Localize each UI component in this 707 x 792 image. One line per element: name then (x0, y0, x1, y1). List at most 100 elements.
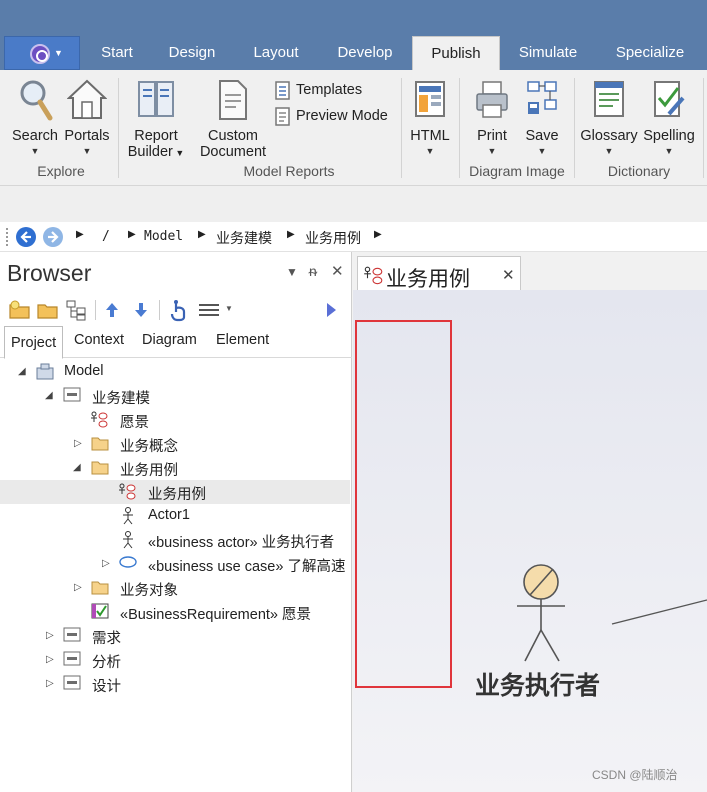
chevron-down-icon: ▼ (425, 146, 435, 156)
tree-node-requirement[interactable]: «BusinessRequirement» 愿景 (0, 600, 350, 624)
search-button[interactable]: Search ▼ (10, 78, 60, 156)
tree-node-actor[interactable]: Actor1 (0, 504, 350, 528)
tree-node-folder[interactable]: ◢ 业务用例 (0, 456, 350, 480)
print-button[interactable]: Print ▼ (468, 78, 516, 156)
folder-icon[interactable] (37, 300, 59, 320)
glossary-button[interactable]: Glossary ▼ (580, 78, 638, 156)
toolbar-divider (159, 300, 160, 320)
tab-publish[interactable]: Publish (412, 36, 500, 70)
spelling-button[interactable]: Spelling ▼ (638, 78, 700, 156)
tree-node-package[interactable]: ▷ 分析 (0, 648, 350, 672)
chevron-down-icon: ▼ (487, 146, 497, 156)
report-builder-button[interactable]: Report Builder ▼ (126, 78, 186, 161)
save-label: Save (525, 128, 559, 144)
business-actor-figure[interactable] (503, 560, 573, 670)
tree-label: 业务建模 (92, 391, 150, 407)
project-tree: ◢ Model ◢ 业务建模 愿景 ▷ 业务概念 ◢ 业务用例 业务用例 Act… (0, 359, 352, 792)
glossary-icon (594, 81, 624, 117)
tree-node-package[interactable]: ▷ 设计 (0, 672, 350, 696)
custom-document-button[interactable]: Custom Document (194, 78, 272, 160)
back-button[interactable] (16, 227, 36, 247)
move-up-icon[interactable] (104, 301, 120, 319)
panel-menu-dropdown-icon[interactable]: ▼ (286, 265, 298, 279)
association-line[interactable] (608, 590, 707, 630)
tree-node-model[interactable]: ◢ Model (0, 360, 350, 384)
collapse-arrow-icon[interactable]: ◢ (45, 390, 53, 401)
touch-icon[interactable] (168, 298, 188, 322)
toolbar-divider (95, 300, 96, 320)
tab-specialize[interactable]: Specialize (598, 36, 702, 70)
expand-arrow-icon[interactable]: ▷ (102, 558, 110, 569)
templates-button[interactable]: Templates (274, 79, 394, 101)
custom-document-label-line1: Custom (208, 128, 258, 144)
tab-diagram[interactable]: Diagram (142, 332, 197, 348)
templates-label: Templates (296, 82, 363, 98)
expand-arrow-icon[interactable]: ▷ (46, 654, 54, 665)
chevron-down-icon[interactable]: ▼ (225, 304, 233, 313)
save-image-button[interactable]: Save ▼ (518, 78, 566, 156)
tab-simulate[interactable]: Simulate (506, 36, 590, 70)
tab-context[interactable]: Context (74, 332, 124, 348)
diagram-panel: 业务用例 ✕ 业务执行者 CSDN @陆顺治 (353, 252, 707, 792)
package-icon (63, 387, 81, 402)
diagram-image-group-label: Diagram Image (469, 163, 565, 179)
tab-start[interactable]: Start (86, 36, 148, 70)
expand-arrow-icon[interactable]: ▷ (74, 438, 82, 449)
portals-button[interactable]: Portals ▼ (62, 78, 112, 156)
tree-label: 愿景 (120, 415, 149, 431)
dictionary-group-label: Dictionary (607, 163, 671, 179)
browser-panel: Browser ▼ ᵰ ✕ ▼ Project Context Diagram … (0, 252, 352, 792)
collapse-arrow-icon[interactable]: ◢ (73, 462, 81, 473)
preview-mode-button[interactable]: Preview Mode (274, 105, 398, 127)
breadcrumb-business-modeling[interactable]: 业务建模 (216, 228, 272, 248)
tree-node-package[interactable]: ◢ 业务建模 (0, 384, 350, 408)
tree-node-diagram[interactable]: 愿景 (0, 408, 350, 432)
arrow-left-icon (20, 231, 31, 243)
new-package-icon[interactable] (9, 300, 31, 320)
package-icon (63, 675, 81, 690)
application-menu-button[interactable]: ▼ (4, 36, 80, 70)
hierarchy-icon[interactable] (65, 299, 87, 321)
pin-icon[interactable]: ᵰ (309, 263, 317, 279)
tab-element[interactable]: Element (216, 332, 269, 348)
tree-node-folder[interactable]: ▷ 业务对象 (0, 576, 350, 600)
diagram-canvas[interactable]: 业务执行者 CSDN @陆顺治 (353, 290, 707, 792)
tree-label: «business use case» 了解高速 (148, 559, 346, 575)
preview-mode-label: Preview Mode (296, 108, 388, 124)
portals-icon (67, 79, 107, 119)
menu-icon[interactable] (198, 302, 220, 318)
breadcrumb-root[interactable]: / (102, 229, 110, 244)
play-arrow-icon[interactable] (325, 301, 337, 319)
expand-arrow-icon[interactable]: ▷ (46, 630, 54, 641)
package-icon (63, 651, 81, 666)
breadcrumb-model[interactable]: Model (144, 229, 183, 244)
tree-node-business-usecase[interactable]: ▷ «business use case» 了解高速 (0, 552, 350, 576)
forward-button[interactable] (43, 227, 63, 247)
tab-design[interactable]: Design (156, 36, 228, 70)
usecase-diagram-icon (364, 266, 383, 285)
close-panel-button[interactable]: ✕ (331, 262, 344, 280)
usecase-diagram-icon (119, 483, 136, 500)
close-tab-button[interactable]: ✕ (502, 266, 515, 284)
tree-node-folder[interactable]: ▷ 业务概念 (0, 432, 350, 456)
tree-label: 分析 (92, 655, 121, 671)
tree-node-business-actor[interactable]: «business actor» 业务执行者 (0, 528, 350, 552)
expand-arrow-icon[interactable]: ▷ (46, 678, 54, 689)
html-button[interactable]: HTML ▼ (406, 78, 454, 156)
move-down-icon[interactable] (133, 301, 149, 319)
tree-node-package[interactable]: ▷ 需求 (0, 624, 350, 648)
watermark-text: CSDN @陆顺治 (592, 768, 678, 782)
diagram-tab[interactable]: 业务用例 ✕ (357, 256, 521, 292)
breadcrumb-business-usecase[interactable]: 业务用例 (305, 228, 361, 248)
search-icon (20, 80, 53, 121)
breadcrumb-separator-icon: ▶ (76, 229, 84, 240)
tab-project[interactable]: Project (4, 326, 64, 359)
tab-develop[interactable]: Develop (324, 36, 406, 70)
expand-arrow-icon[interactable]: ▷ (74, 582, 82, 593)
tree-label: 需求 (92, 631, 121, 647)
tree-node-diagram-selected[interactable]: 业务用例 (0, 480, 350, 504)
tab-layout[interactable]: Layout (236, 36, 316, 70)
html-report-icon (415, 81, 445, 117)
actor-icon (123, 507, 133, 525)
collapse-arrow-icon[interactable]: ◢ (18, 366, 26, 377)
